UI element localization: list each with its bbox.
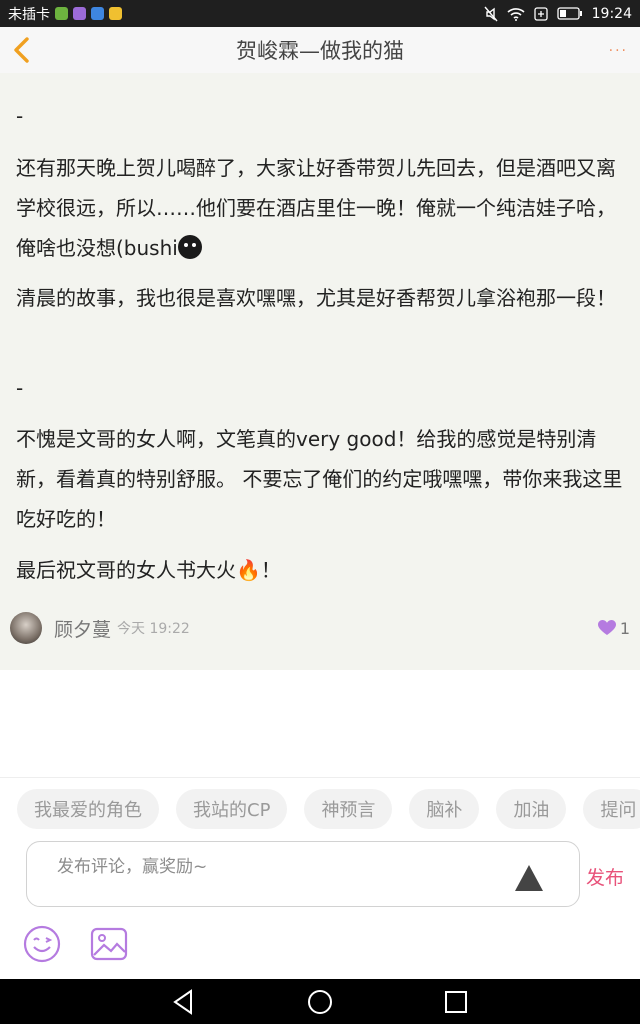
author-name[interactable]: 顾夕蔓 <box>54 615 111 642</box>
comment-timestamp: 今天 19:22 <box>117 621 190 637</box>
avatar[interactable] <box>10 612 42 644</box>
app-notification-icon <box>55 7 68 20</box>
clock: 19:24 <box>591 5 632 22</box>
more-options-icon[interactable]: ··· <box>609 43 628 59</box>
comment-author-row: 顾夕蔓 今天 19:22 1 <box>10 611 630 645</box>
publish-button[interactable]: 发布 <box>586 863 624 890</box>
comment-paragraph: 还有那天晚上贺儿喝醉了，大家让好香带贺儿先回去，但是酒吧又离学校很远，所以……他… <box>16 148 628 268</box>
mouse-cursor-icon <box>515 865 543 891</box>
comment-card: - 还有那天晚上贺儿喝醉了，大家让好香带贺儿先回去，但是酒吧又离学校很远，所以…… <box>0 73 640 670</box>
app-notification-icon <box>109 7 122 20</box>
screen: 未插卡 19:24 贺峻霖—做我的猫 ··· - 还有那天晚上贺儿喝醉了，大家让… <box>0 0 640 1024</box>
like-count: 1 <box>619 618 630 638</box>
comment-paragraph: 清晨的故事，我也很是喜欢嘿嘿，尤其是好香帮贺儿拿浴袍那一段！ <box>16 286 616 310</box>
image-icon[interactable] <box>90 925 128 963</box>
system-nav-bar <box>0 979 640 1024</box>
back-arrow-icon[interactable] <box>10 37 34 63</box>
page-title: 贺峻霖—做我的猫 <box>236 39 404 63</box>
carrier-text: 未插卡 <box>8 6 50 23</box>
quick-tag-chip[interactable]: 脑补 <box>409 789 480 829</box>
app-notification-icon <box>73 7 86 20</box>
recents-nav-icon[interactable] <box>442 988 470 1016</box>
comment-paragraph: 最后祝文哥的女人书大火🔥！ <box>16 558 281 582</box>
comment-paragraph: - <box>16 376 24 400</box>
back-nav-icon[interactable] <box>170 988 198 1016</box>
status-right: 19:24 <box>484 6 632 22</box>
quick-tag-chip[interactable]: 我最爱的角色 <box>17 789 159 829</box>
quick-tag-row: 我最爱的角色 我站的CP 神预言 脑补 加油 提问 <box>17 789 640 829</box>
quick-tag-chip[interactable]: 我站的CP <box>176 789 288 829</box>
comment-input[interactable] <box>26 841 580 907</box>
quick-tag-chip[interactable]: 提问 <box>583 789 640 829</box>
comment-paragraph: - <box>16 104 24 128</box>
heart-icon <box>597 620 616 635</box>
status-bar: 未插卡 19:24 <box>0 0 640 27</box>
smirk-emoji-icon <box>177 235 202 259</box>
home-nav-icon[interactable] <box>306 988 334 1016</box>
battery-icon <box>556 7 583 20</box>
like-button[interactable]: 1 <box>597 618 630 638</box>
paragraph-text: 还有那天晚上贺儿喝醉了，大家让好香带贺儿先回去，但是酒吧又离学校很远，所以……他… <box>16 156 616 260</box>
comment-paragraph: 不愧是文哥的女人啊，文笔真的very good！给我的感觉是特别清新，看着真的特… <box>16 427 623 531</box>
status-left: 未插卡 <box>8 4 122 24</box>
wifi-icon <box>507 7 525 21</box>
battery-saver-icon <box>533 6 548 21</box>
header: 贺峻霖—做我的猫 ··· <box>0 27 640 73</box>
comment-composer: 我最爱的角色 我站的CP 神预言 脑补 加油 提问 发布 <box>0 777 640 979</box>
emoji-icon[interactable] <box>23 925 61 963</box>
mute-icon <box>484 6 498 22</box>
quick-tag-chip[interactable]: 神预言 <box>304 789 393 829</box>
app-notification-icon <box>91 7 104 20</box>
quick-tag-chip[interactable]: 加油 <box>496 789 567 829</box>
